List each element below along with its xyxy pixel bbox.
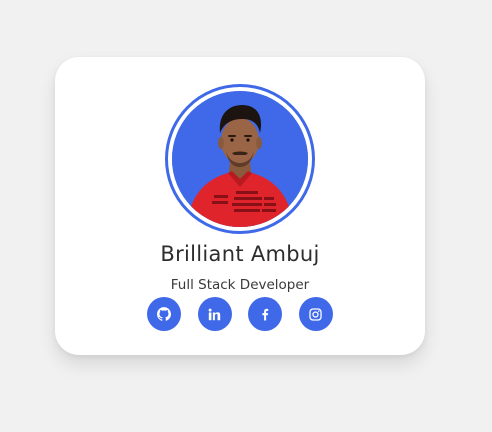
- linkedin-button[interactable]: [197, 297, 232, 331]
- social-links: [147, 297, 333, 331]
- avatar-ring: [165, 84, 315, 234]
- profile-card: Brilliant Ambuj Full Stack Developer: [55, 57, 425, 355]
- instagram-button[interactable]: [298, 297, 333, 331]
- avatar-portrait: [172, 91, 308, 227]
- profile-name: Brilliant Ambuj: [160, 242, 320, 266]
- github-button[interactable]: [147, 297, 181, 331]
- facebook-button[interactable]: [248, 297, 283, 331]
- instagram-icon: [309, 307, 323, 321]
- avatar: [172, 91, 308, 227]
- profile-title: Full Stack Developer: [170, 277, 310, 293]
- facebook-icon: [262, 308, 269, 320]
- github-icon: [157, 307, 171, 321]
- linkedin-icon: [208, 308, 221, 320]
